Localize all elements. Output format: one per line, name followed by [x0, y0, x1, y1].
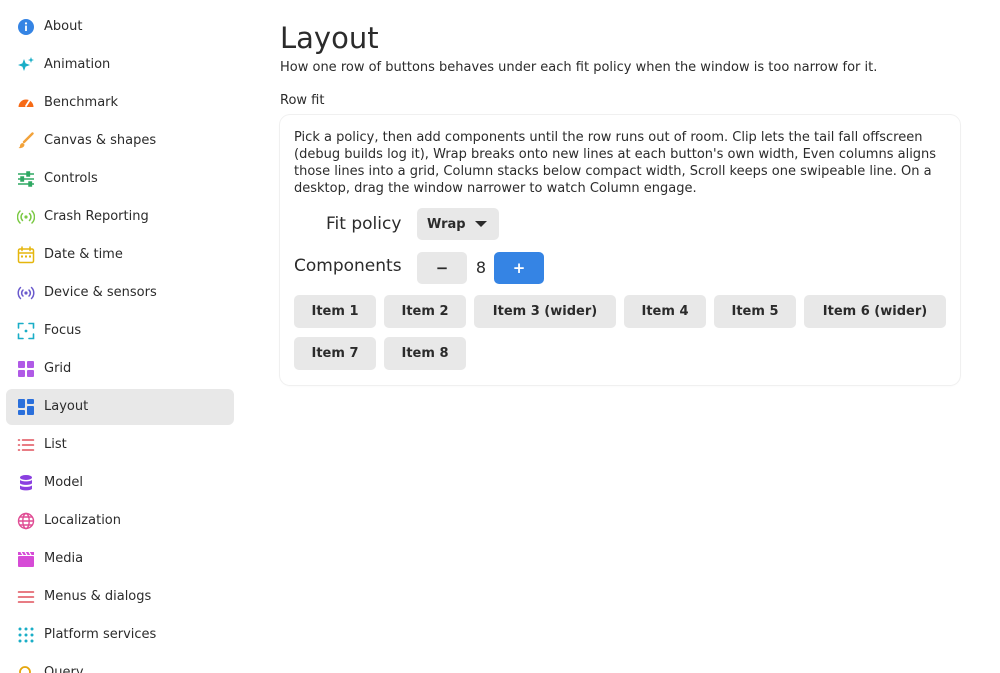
brush-icon [16, 131, 36, 151]
sidebar-item-benchmark[interactable]: Benchmark [6, 85, 234, 121]
fit-policy-value: Wrap [427, 216, 466, 232]
menu-icon [16, 587, 36, 607]
sidebar-item-menus-dialogs[interactable]: Menus & dialogs [6, 579, 234, 615]
database-icon [16, 473, 36, 493]
sparkles-icon [16, 55, 36, 75]
components-count: 8 [475, 258, 487, 277]
chevron-down-icon [475, 221, 487, 227]
sidebar-item-label: Focus [44, 323, 82, 338]
list-icon [16, 435, 36, 455]
item-button-1[interactable]: Item 1 [294, 295, 376, 328]
sidebar-item-label: Media [44, 551, 84, 566]
page-subtitle: How one row of buttons behaves under eac… [280, 60, 878, 75]
sidebar-item-layout[interactable]: Layout [6, 389, 234, 425]
sidebar-item-label: Layout [44, 399, 89, 414]
sidebar-item-query[interactable]: Query [6, 655, 234, 673]
sidebar-item-canvas-shapes[interactable]: Canvas & shapes [6, 123, 234, 159]
sidebar-item-label: Animation [44, 57, 111, 72]
components-label: Components [294, 256, 402, 276]
focus-frame-icon [16, 321, 36, 341]
query-icon [16, 663, 36, 673]
calendar-icon [16, 245, 36, 265]
sliders-icon [16, 169, 36, 189]
sidebar-item-crash-reporting[interactable]: Crash Reporting [6, 199, 234, 235]
sidebar-item-label: Crash Reporting [44, 209, 149, 224]
grid-icon [16, 359, 36, 379]
sidebar-item-focus[interactable]: Focus [6, 313, 234, 349]
clapperboard-icon [16, 549, 36, 569]
item-button-5[interactable]: Item 5 [714, 295, 796, 328]
speedometer-icon [16, 93, 36, 113]
item-button-3[interactable]: Item 3 (wider) [474, 295, 616, 328]
radio-waves-icon [16, 283, 36, 303]
dots-grid-icon [16, 625, 36, 645]
layout-icon [16, 397, 36, 417]
item-button-4[interactable]: Item 4 [624, 295, 706, 328]
sidebar-item-about[interactable]: About [6, 9, 234, 45]
page-title: Layout [280, 21, 379, 55]
sidebar-item-label: About [44, 19, 83, 34]
sidebar-item-media[interactable]: Media [6, 541, 234, 577]
sidebar-item-grid[interactable]: Grid [6, 351, 234, 387]
sidebar-item-label: Canvas & shapes [44, 133, 157, 148]
sidebar-nav: About Animation Benchmark Canvas & shape… [0, 0, 240, 673]
sidebar-item-list[interactable]: List [6, 427, 234, 463]
broadcast-icon [16, 207, 36, 227]
sidebar-item-label: Device & sensors [44, 285, 157, 300]
increment-button[interactable]: + [494, 252, 544, 284]
sidebar-item-platform-services[interactable]: Platform services [6, 617, 234, 653]
sidebar-item-label: Platform services [44, 627, 157, 642]
sidebar-item-animation[interactable]: Animation [6, 47, 234, 83]
item-button-8[interactable]: Item 8 [384, 337, 466, 370]
sidebar-item-date-time[interactable]: Date & time [6, 237, 234, 273]
sidebar-item-device-sensors[interactable]: Device & sensors [6, 275, 234, 311]
sidebar-item-label: Localization [44, 513, 121, 528]
sidebar-item-label: Benchmark [44, 95, 119, 110]
row-fit-card: Pick a policy, then add components until… [280, 115, 960, 385]
sidebar-item-label: Controls [44, 171, 98, 186]
item-button-2[interactable]: Item 2 [384, 295, 466, 328]
sidebar-item-label: Query [44, 665, 84, 673]
decrement-button[interactable]: − [417, 252, 467, 284]
sidebar-item-label: Model [44, 475, 84, 490]
section-label-row-fit: Row fit [280, 93, 325, 108]
sidebar-item-label: Date & time [44, 247, 123, 262]
sidebar-item-label: Menus & dialogs [44, 589, 152, 604]
sidebar-item-label: Grid [44, 361, 72, 376]
sidebar-item-model[interactable]: Model [6, 465, 234, 501]
globe-icon [16, 511, 36, 531]
item-button-7[interactable]: Item 7 [294, 337, 376, 370]
fit-policy-dropdown[interactable]: Wrap [417, 208, 499, 240]
sidebar-item-localization[interactable]: Localization [6, 503, 234, 539]
card-description: Pick a policy, then add components until… [294, 130, 937, 196]
item-button-6[interactable]: Item 6 (wider) [804, 295, 946, 328]
sidebar-item-controls[interactable]: Controls [6, 161, 234, 197]
sidebar-item-label: List [44, 437, 67, 452]
fit-policy-label: Fit policy [326, 214, 402, 234]
info-icon [16, 17, 36, 37]
